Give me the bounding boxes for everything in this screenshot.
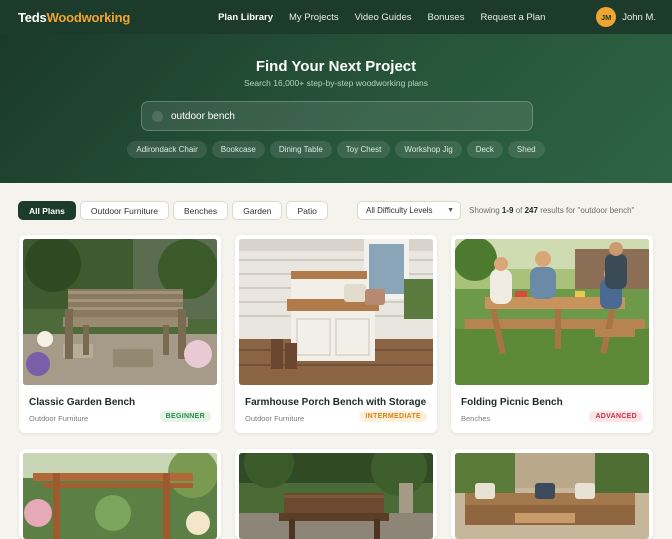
search-bar[interactable] (141, 101, 533, 131)
nav-links: Plan Library My Projects Video Guides Bo… (210, 12, 553, 23)
plan-title[interactable]: Folding Picnic Bench (461, 397, 563, 408)
user-menu[interactable]: JM John M. (596, 7, 656, 27)
plan-card[interactable]: Classic Garden Bench Outdoor Furniture B… (19, 235, 221, 433)
nav-request-plan[interactable]: Request a Plan (472, 12, 553, 23)
chip-workshop-jig[interactable]: Workshop Jig (395, 141, 462, 158)
filter-all-plans[interactable]: All Plans (18, 201, 76, 220)
chip-bookcase[interactable]: Bookcase (211, 141, 265, 158)
nav-video-guides[interactable]: Video Guides (347, 12, 420, 23)
suggestion-chips: Adirondack Chair Bookcase Dining Table T… (0, 141, 672, 158)
plan-image[interactable] (23, 453, 217, 539)
nav-plan-library[interactable]: Plan Library (210, 12, 281, 23)
search-input[interactable] (171, 110, 511, 122)
search-icon (152, 110, 163, 122)
plan-card[interactable]: Folding Picnic Bench Benches ADVANCED (451, 235, 653, 433)
plan-category: Outdoor Furniture (29, 414, 89, 423)
chip-dining-table[interactable]: Dining Table (269, 141, 332, 158)
user-name[interactable]: John M. (622, 12, 656, 23)
site-logo[interactable]: TedsWoodworking (18, 10, 130, 25)
plan-category: Benches (461, 414, 491, 423)
avatar[interactable]: JM (596, 7, 617, 27)
plan-category: Outdoor Furniture (245, 414, 305, 423)
difficulty-badge: ADVANCED (589, 411, 643, 422)
difficulty-badge: INTERMEDIATE (359, 411, 427, 422)
chip-deck[interactable]: Deck (466, 141, 503, 158)
plan-image[interactable] (239, 239, 433, 385)
plan-image[interactable] (455, 239, 649, 385)
filter-outdoor-furniture[interactable]: Outdoor Furniture (79, 201, 169, 220)
plan-image[interactable] (239, 453, 433, 539)
plan-title[interactable]: Classic Garden Bench (29, 397, 135, 408)
difficulty-value: All Difficulty Levels (366, 206, 433, 215)
filter-patio[interactable]: Patio (286, 201, 328, 220)
plan-card[interactable] (235, 449, 437, 539)
hero-title: Find Your Next Project (255, 58, 417, 75)
chip-shed[interactable]: Shed (507, 141, 545, 158)
category-filters: All Plans Outdoor Furniture Benches Gard… (18, 201, 328, 220)
chevron-down-icon: ▼ (447, 207, 454, 214)
hero-subtitle: Search 16,000+ step-by-step woodworking … (243, 78, 429, 88)
plan-image[interactable] (23, 239, 217, 385)
plan-image[interactable] (455, 453, 649, 539)
chip-toy-chest[interactable]: Toy Chest (336, 141, 391, 158)
filter-benches[interactable]: Benches (173, 201, 229, 220)
nav-my-projects[interactable]: My Projects (281, 12, 347, 23)
top-nav: TedsWoodworking Plan Library My Projects… (0, 0, 672, 34)
nav-bonuses[interactable]: Bonuses (420, 12, 473, 23)
results-count: Showing 1-9 of 247 results for "outdoor … (469, 206, 635, 215)
plan-title[interactable]: Farmhouse Porch Bench with Storage (245, 397, 426, 408)
plan-card[interactable] (19, 449, 221, 539)
plan-card[interactable]: Farmhouse Porch Bench with Storage Outdo… (235, 235, 437, 433)
plan-card[interactable] (451, 449, 653, 539)
hero: Find Your Next Project Search 16,000+ st… (0, 34, 672, 183)
difficulty-badge: BEGINNER (159, 411, 211, 422)
filter-garden[interactable]: Garden (232, 201, 283, 220)
chip-adirondack-chair[interactable]: Adirondack Chair (127, 141, 207, 158)
difficulty-select[interactable]: All Difficulty Levels ▼ (357, 201, 461, 220)
